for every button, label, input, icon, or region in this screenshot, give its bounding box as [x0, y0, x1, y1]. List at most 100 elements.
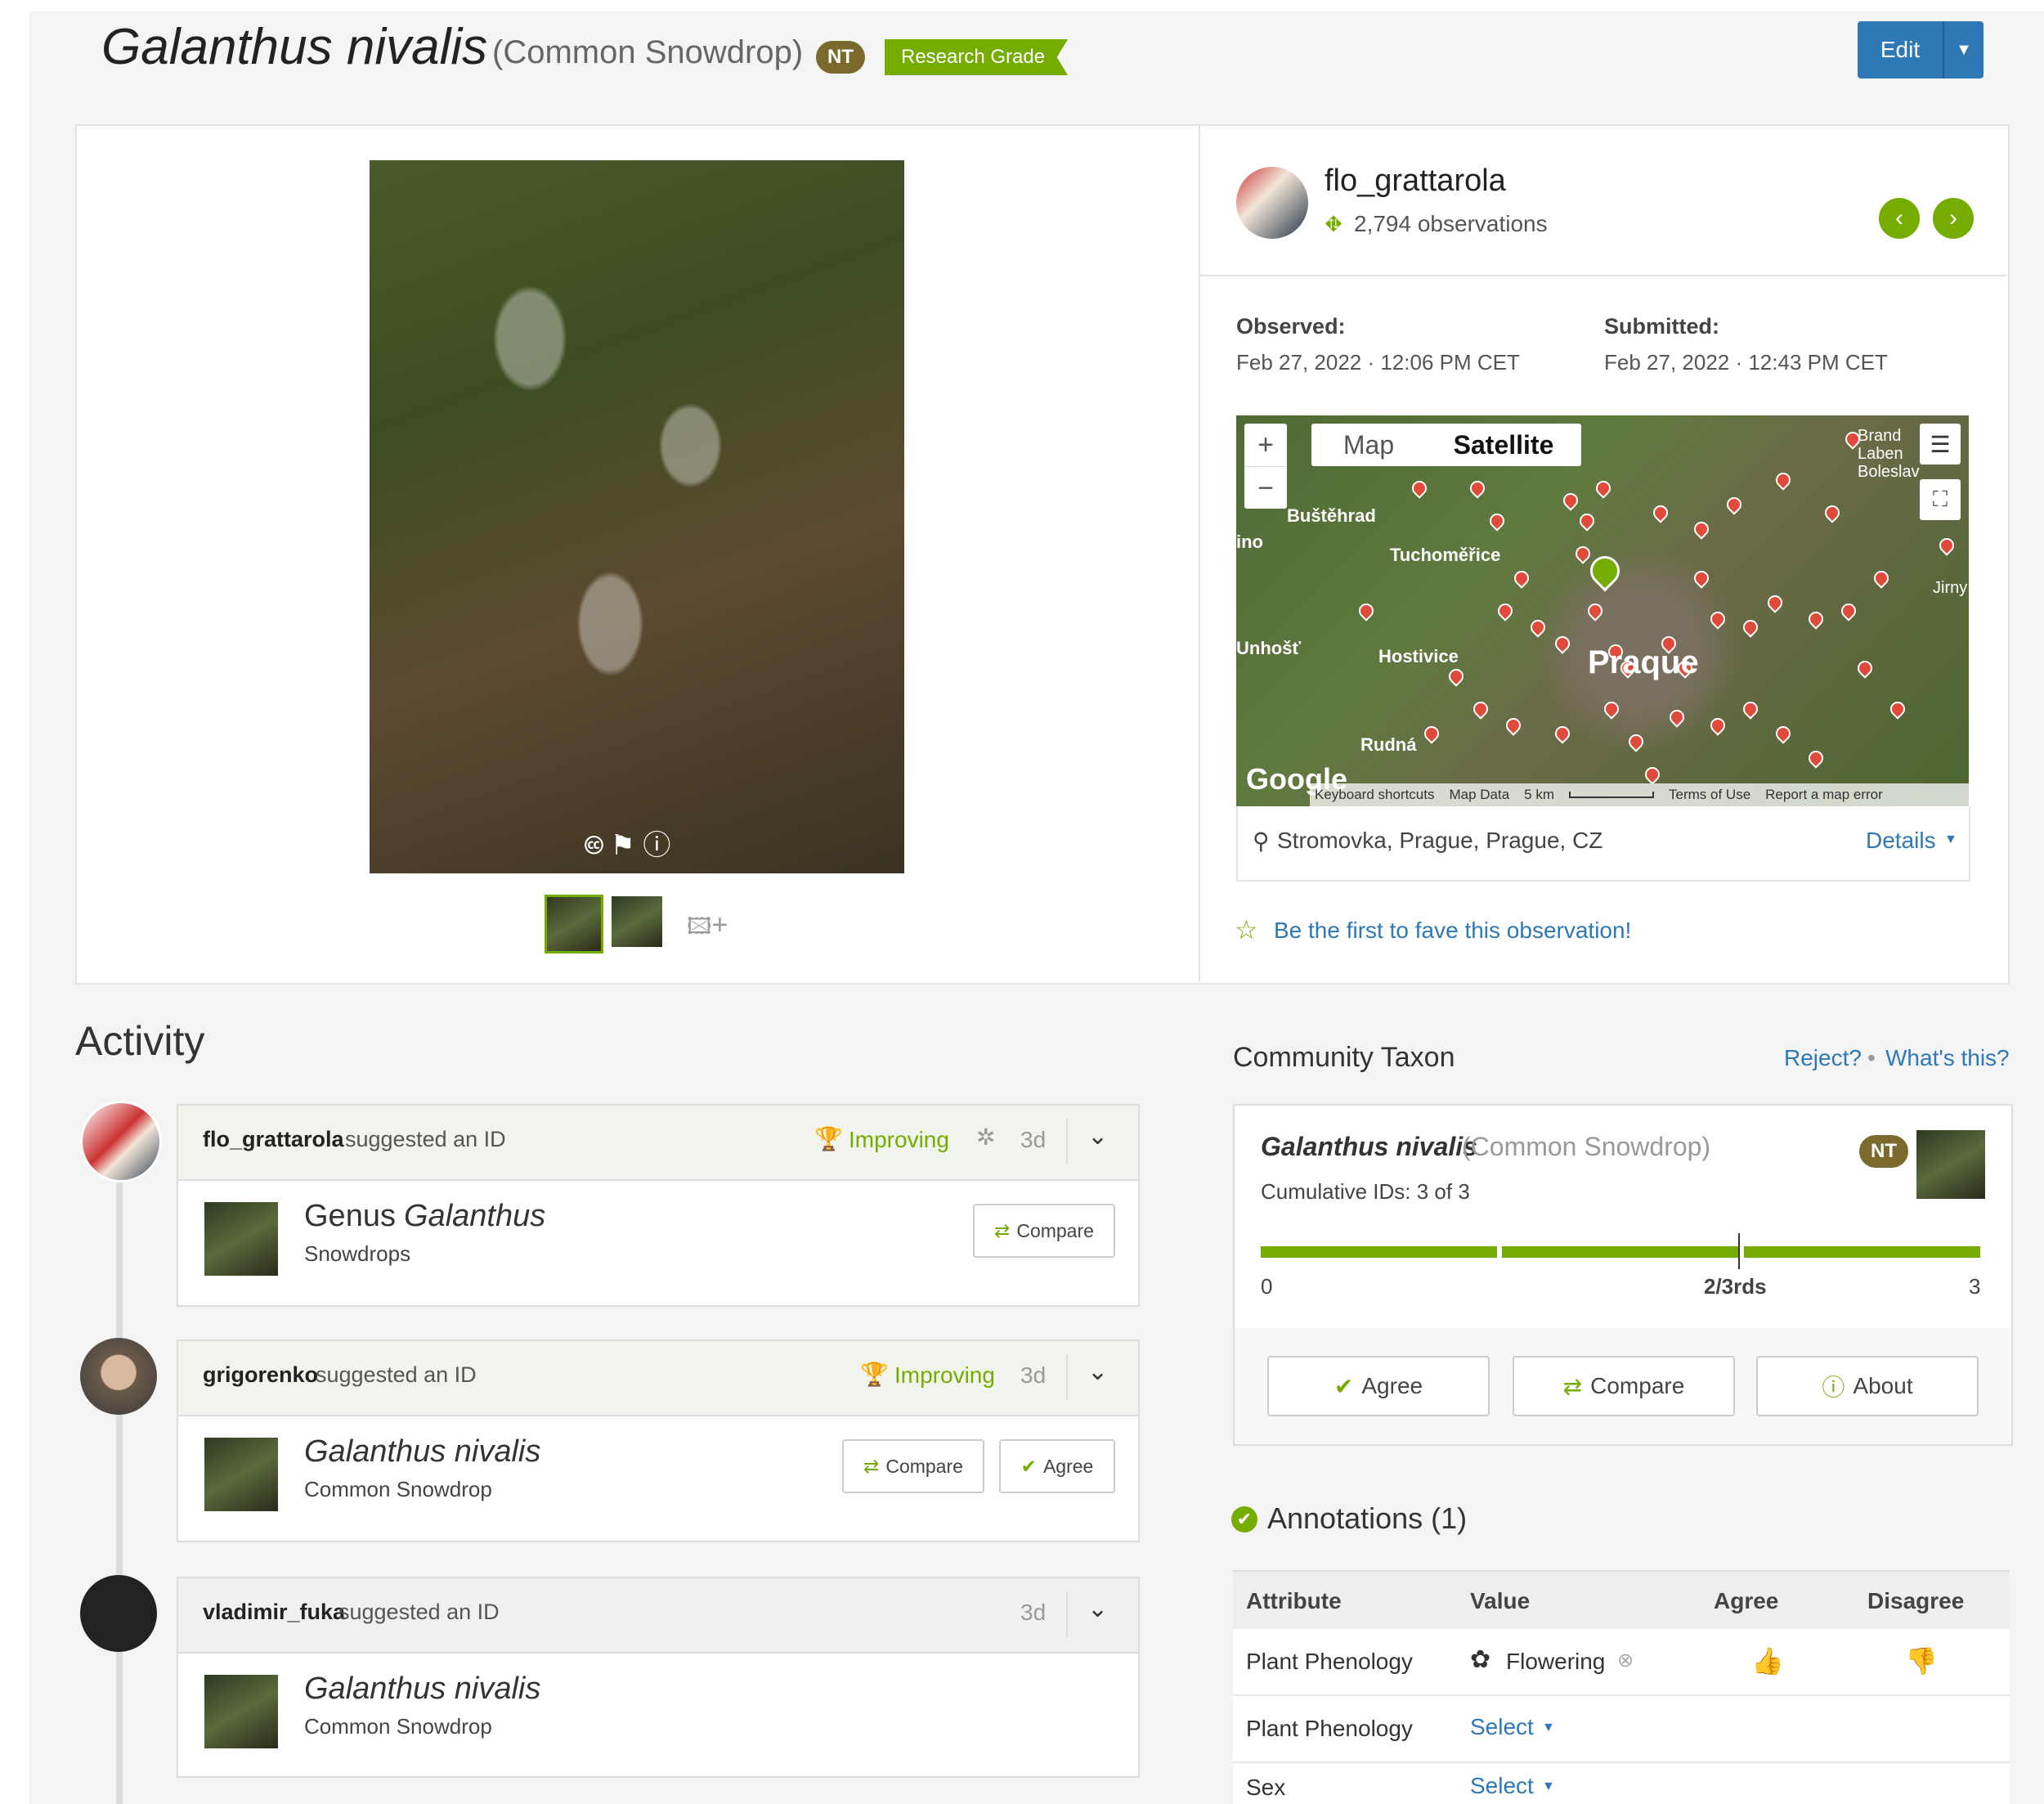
observed-date: Feb 27, 2022 · 12:06 PM CET — [1236, 350, 1520, 375]
submitted-date: Feb 27, 2022 · 12:43 PM CET — [1604, 350, 1888, 375]
scale-min: 0 — [1261, 1274, 1273, 1299]
scale-max: 3 — [1969, 1274, 1981, 1299]
taxon-name[interactable]: Galanthus nivalis — [304, 1672, 540, 1707]
activity-item: grigorenko suggested an ID 🏆 Improving 3… — [177, 1340, 1140, 1542]
remove-annotation-icon[interactable]: ⊗ — [1617, 1649, 1634, 1672]
community-compare-button[interactable]: ⇄ Compare — [1513, 1356, 1735, 1416]
edit-dropdown-caret-icon[interactable]: ▼ — [1944, 21, 1983, 79]
divider — [1200, 275, 2006, 276]
edit-button[interactable]: Edit — [1858, 21, 1944, 79]
taxon-thumbnail[interactable] — [204, 1438, 278, 1511]
keyboard-shortcuts-link[interactable]: Keyboard shortcuts — [1315, 787, 1434, 803]
taxon-common-name: Common Snowdrop — [304, 1714, 492, 1739]
community-taxon-common: (Common Snowdrop) — [1462, 1132, 1711, 1161]
terms-of-use-link[interactable]: Terms of Use — [1669, 787, 1750, 803]
activity-username[interactable]: grigorenko — [203, 1362, 318, 1388]
chevron-down-icon[interactable]: ▼ — [1542, 1779, 1555, 1794]
fave-link[interactable]: Be the first to fave this observation! — [1274, 918, 1631, 944]
fullscreen-icon[interactable]: ⛶ — [1920, 479, 1961, 520]
agree-button[interactable]: ✔ Agree — [999, 1439, 1115, 1493]
insect-icon: ✲ — [976, 1124, 996, 1150]
annotations-table: Attribute Value Agree Disagree Plant Phe… — [1233, 1570, 2010, 1804]
activity-username[interactable]: flo_grattarola — [203, 1127, 344, 1152]
taxon-thumbnail[interactable] — [204, 1675, 278, 1748]
annotation-select-dropdown[interactable]: Select — [1470, 1773, 1534, 1799]
activity-username[interactable]: vladimir_fuka — [203, 1600, 345, 1625]
divider — [1066, 1591, 1068, 1637]
chevron-down-icon[interactable]: ⌄ — [1087, 1357, 1108, 1386]
previous-observation-icon[interactable]: ‹ — [1879, 198, 1920, 239]
cc-license-icon[interactable]: 🅭 — [585, 830, 603, 861]
compare-button[interactable]: ⇄ Compare — [973, 1204, 1115, 1258]
compare-icon: ⇄ — [1562, 1373, 1583, 1399]
community-taxon-summary: Galanthus nivalis (Common Snowdrop) NT C… — [1235, 1106, 2011, 1328]
zoom-in-button[interactable]: + — [1244, 424, 1287, 466]
map-footer: Keyboard shortcuts Map Data 5 km Terms o… — [1310, 783, 1969, 806]
whats-this-link[interactable]: What's this? — [1885, 1045, 2010, 1071]
observer-username[interactable]: flo_grattarola — [1325, 164, 1506, 199]
taxon-name[interactable]: Galanthus — [404, 1199, 545, 1234]
header-disagree: Disagree — [1867, 1588, 1965, 1613]
activity-action: suggested an ID — [338, 1600, 500, 1624]
report-map-error-link[interactable]: Report a map error — [1765, 787, 1883, 803]
thumbs-up-icon[interactable]: 👍 — [1751, 1645, 1784, 1676]
map-label: Unhošť — [1236, 638, 1301, 658]
map-label: Praque — [1588, 644, 1699, 680]
chevron-down-icon[interactable]: ▼ — [1944, 832, 1957, 847]
taxon-thumbnail[interactable] — [204, 1202, 278, 1276]
id-consensus-bar — [1261, 1246, 1980, 1258]
flag-icon[interactable]: ⚑ — [610, 830, 634, 861]
map-marker-icon: ⚲ — [1253, 828, 1270, 854]
annotation-attribute: Plant Phenology — [1246, 1716, 1413, 1741]
observer-avatar[interactable] — [1236, 167, 1308, 239]
thumbs-down-icon[interactable]: 👎 — [1905, 1645, 1938, 1676]
annotations-header-row: Attribute Value Agree Disagree — [1233, 1570, 2010, 1629]
map-label: Jirny — [1933, 579, 1968, 597]
user-avatar[interactable] — [80, 1575, 157, 1652]
photo-thumbnail-2[interactable] — [612, 896, 662, 947]
id-bar-segment — [1502, 1246, 1739, 1258]
observation-map[interactable]: + − Map Satellite ☰ ⛶ Buštěhrad Tuchoměř… — [1236, 415, 1969, 806]
photo-thumbnail-1[interactable] — [545, 895, 603, 954]
chevron-down-icon[interactable]: ⌄ — [1087, 1122, 1108, 1151]
community-taxon-name[interactable]: Galanthus nivalis — [1261, 1132, 1477, 1162]
map-tab[interactable]: Map — [1311, 424, 1426, 466]
zoom-controls: + − — [1244, 424, 1287, 509]
user-avatar[interactable] — [80, 1338, 157, 1415]
divider — [1066, 1119, 1068, 1165]
layers-icon[interactable]: ☰ — [1920, 424, 1961, 464]
next-observation-icon[interactable]: › — [1933, 198, 1974, 239]
community-agree-button[interactable]: ✔ Agree — [1267, 1356, 1490, 1416]
annotation-select-dropdown[interactable]: Select — [1470, 1714, 1534, 1740]
zoom-out-button[interactable]: − — [1244, 466, 1287, 509]
annotation-row: Plant Phenology ✿ Flowering ⊗ 👍 👎 — [1233, 1629, 2010, 1696]
map-label: ino — [1236, 532, 1263, 552]
taxon-name[interactable]: Galanthus nivalis — [304, 1434, 540, 1470]
annotation-attribute: Sex — [1246, 1775, 1286, 1800]
location-bar: ⚲ Stromovka, Prague, Prague, CZ Details … — [1236, 806, 1970, 882]
reject-link[interactable]: Reject? — [1784, 1045, 1862, 1071]
chevron-down-icon[interactable]: ▼ — [1542, 1721, 1555, 1735]
about-label: About — [1853, 1373, 1913, 1398]
map-scale: 5 km — [1524, 787, 1555, 802]
map-label: Hostivice — [1378, 646, 1459, 666]
satellite-tab[interactable]: Satellite — [1426, 424, 1581, 466]
compare-button[interactable]: ⇄ Compare — [842, 1439, 984, 1493]
star-icon[interactable]: ☆ — [1235, 914, 1258, 945]
annotation-row: Plant Phenology Select ▼ — [1233, 1696, 2010, 1763]
user-avatar[interactable] — [80, 1101, 162, 1182]
community-taxon-heading: Community Taxon — [1233, 1042, 1455, 1073]
activity-item-header: grigorenko suggested an ID 🏆 Improving 3… — [178, 1341, 1138, 1416]
conservation-status-badge: NT — [1859, 1135, 1908, 1168]
map-data-link[interactable]: Map Data — [1449, 787, 1509, 803]
chevron-down-icon[interactable]: ⌄ — [1087, 1595, 1108, 1623]
location-details-dropdown[interactable]: Details — [1866, 828, 1936, 854]
observation-photo[interactable]: 🅭 ⚑ ⓘ — [370, 160, 904, 873]
add-photo-icon[interactable]: 🖾+ — [687, 909, 728, 949]
observation-count[interactable]: 2,794 observations — [1354, 211, 1548, 237]
community-taxon-thumbnail[interactable] — [1916, 1130, 1985, 1199]
annotation-row: Sex Select ▼ — [1233, 1763, 2010, 1804]
agree-label: Agree — [1361, 1373, 1423, 1398]
info-icon[interactable]: ⓘ — [643, 830, 670, 861]
community-about-button[interactable]: ⓘ About — [1756, 1356, 1979, 1416]
